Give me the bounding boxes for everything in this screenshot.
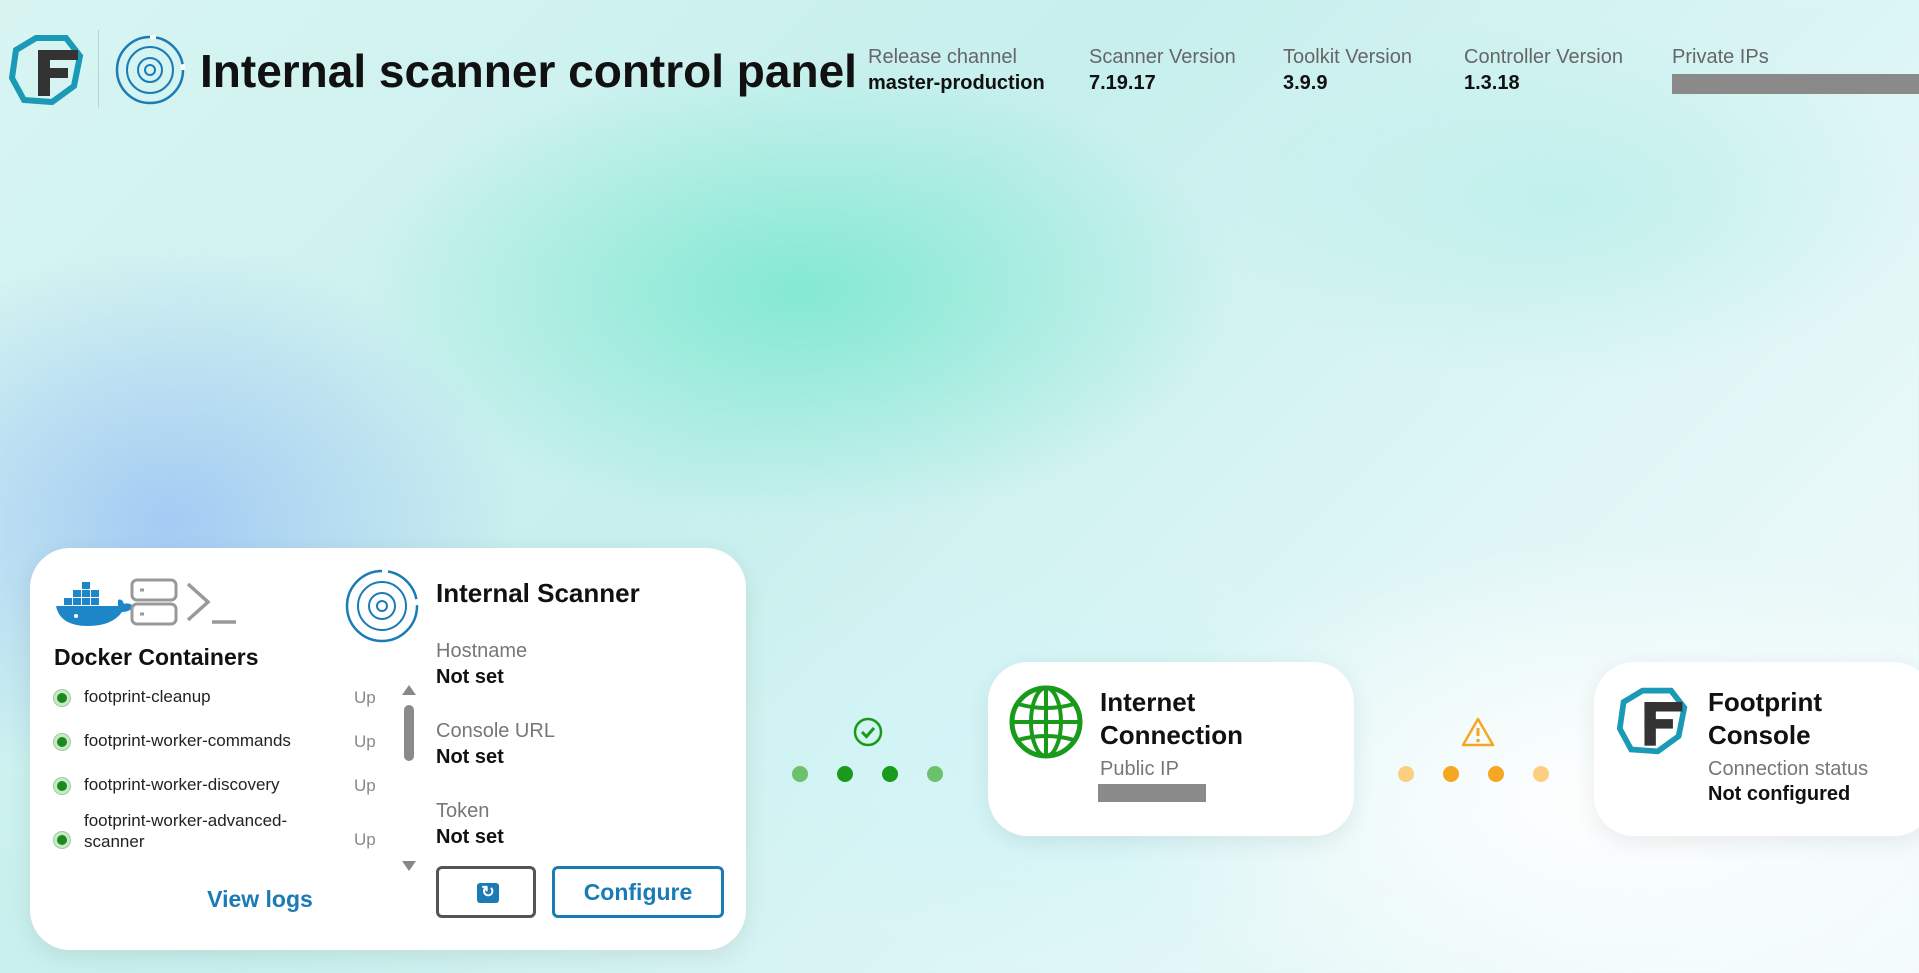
public-ip-redacted bbox=[1098, 784, 1206, 802]
link-dot bbox=[792, 766, 808, 782]
internal-scanner-title: Internal Scanner bbox=[436, 578, 640, 608]
status-dot-icon bbox=[54, 832, 70, 848]
hostname-field: Hostname Not set bbox=[436, 640, 527, 689]
meta-label: Private IPs bbox=[1672, 46, 1769, 68]
docker-containers-title: Docker Containers bbox=[54, 644, 259, 670]
link-dot bbox=[882, 766, 898, 782]
link-dot bbox=[1488, 766, 1504, 782]
scanner-internet-link bbox=[782, 716, 952, 786]
globe-icon bbox=[1009, 685, 1083, 759]
header-divider bbox=[98, 30, 99, 108]
refresh-button[interactable]: ↻ bbox=[436, 866, 536, 918]
container-list[interactable]: footprint-cleanup Up footprint-worker-co… bbox=[54, 678, 376, 866]
link-dot bbox=[927, 766, 943, 782]
meta-value: 3.9.9 bbox=[1283, 72, 1328, 94]
docker-whale-icon bbox=[56, 582, 134, 626]
link-dot bbox=[837, 766, 853, 782]
meta-toolkit-version: Toolkit Version 3.9.9 bbox=[1283, 46, 1412, 95]
container-status: Up bbox=[354, 732, 376, 751]
container-name: footprint-worker-advanced-scanner bbox=[84, 811, 288, 851]
status-dot-icon bbox=[54, 734, 70, 750]
meta-private-ips: Private IPs bbox=[1672, 46, 1769, 69]
page-title: Internal scanner control panel bbox=[200, 45, 857, 97]
field-value: Not set bbox=[436, 826, 504, 848]
terminal-icon bbox=[186, 582, 236, 624]
public-ip-label: Public IP bbox=[1100, 758, 1179, 780]
warning-triangle-icon bbox=[1461, 717, 1495, 747]
container-row: footprint-worker-advanced-scanner Up bbox=[54, 810, 376, 866]
meta-label: Controller Version bbox=[1464, 46, 1623, 68]
meta-controller-version: Controller Version 1.3.18 bbox=[1464, 46, 1623, 95]
token-field: Token Not set bbox=[436, 800, 504, 849]
container-status: Up bbox=[354, 830, 376, 849]
footprint-logo-icon bbox=[1616, 687, 1688, 755]
container-name: footprint-worker-commands bbox=[84, 731, 291, 750]
field-label: Console URL bbox=[436, 720, 555, 742]
container-row: footprint-cleanup Up bbox=[54, 678, 376, 722]
field-value: Not set bbox=[436, 746, 504, 768]
link-dot bbox=[1533, 766, 1549, 782]
private-ips-redacted bbox=[1672, 74, 1919, 94]
scroll-thumb[interactable] bbox=[404, 705, 414, 761]
internet-connection-title: Internet Connection bbox=[1100, 687, 1243, 750]
meta-label: Release channel bbox=[868, 46, 1017, 68]
header: Internal scanner control panel Release c… bbox=[0, 0, 1919, 140]
console-url-field: Console URL Not set bbox=[436, 720, 555, 769]
meta-release-channel: Release channel master-production bbox=[868, 46, 1045, 95]
connection-status-value: Not configured bbox=[1708, 783, 1851, 805]
field-label: Token bbox=[436, 800, 490, 822]
container-row: footprint-worker-commands Up bbox=[54, 722, 376, 766]
internet-console-link bbox=[1392, 716, 1562, 786]
link-dot bbox=[1443, 766, 1459, 782]
meta-value: master-production bbox=[868, 72, 1045, 94]
container-status: Up bbox=[354, 688, 376, 707]
footprint-logo-icon bbox=[8, 35, 84, 106]
link-dot bbox=[1398, 766, 1414, 782]
scroll-down-arrow-icon[interactable] bbox=[402, 861, 416, 871]
view-logs-link[interactable]: View logs bbox=[160, 886, 360, 913]
scanner-target-icon bbox=[115, 35, 185, 105]
meta-label: Scanner Version bbox=[1089, 46, 1236, 68]
container-row: footprint-worker-discovery Up bbox=[54, 766, 376, 810]
connection-status-label: Connection status bbox=[1708, 758, 1869, 780]
meta-label: Toolkit Version bbox=[1283, 46, 1412, 68]
scanner-target-icon bbox=[345, 569, 419, 643]
footprint-console-card: Footprint Console Connection status Not … bbox=[1594, 662, 1919, 836]
scroll-up-arrow-icon[interactable] bbox=[402, 685, 416, 695]
internet-connection-card: Internet Connection Public IP bbox=[988, 662, 1354, 836]
field-value: Not set bbox=[436, 666, 504, 688]
meta-scanner-version: Scanner Version 7.19.17 bbox=[1089, 46, 1236, 95]
status-dot-icon bbox=[54, 778, 70, 794]
container-name: footprint-cleanup bbox=[84, 687, 211, 706]
status-dot-icon bbox=[54, 690, 70, 706]
docker-icon-group bbox=[56, 578, 236, 626]
container-list-scrollbar[interactable] bbox=[402, 685, 416, 871]
check-circle-icon bbox=[853, 717, 883, 747]
meta-value: 1.3.18 bbox=[1464, 72, 1520, 94]
footprint-console-title: Footprint Console bbox=[1708, 687, 1823, 750]
scanner-status-card: Docker Containers footprint-cleanup Up f… bbox=[30, 548, 746, 950]
container-status: Up bbox=[354, 776, 376, 795]
server-icon bbox=[130, 578, 178, 626]
container-name: footprint-worker-discovery bbox=[84, 775, 280, 794]
configure-button[interactable]: Configure bbox=[552, 866, 724, 918]
field-label: Hostname bbox=[436, 640, 528, 662]
refresh-icon: ↻ bbox=[477, 883, 499, 903]
meta-value: 7.19.17 bbox=[1089, 72, 1156, 94]
